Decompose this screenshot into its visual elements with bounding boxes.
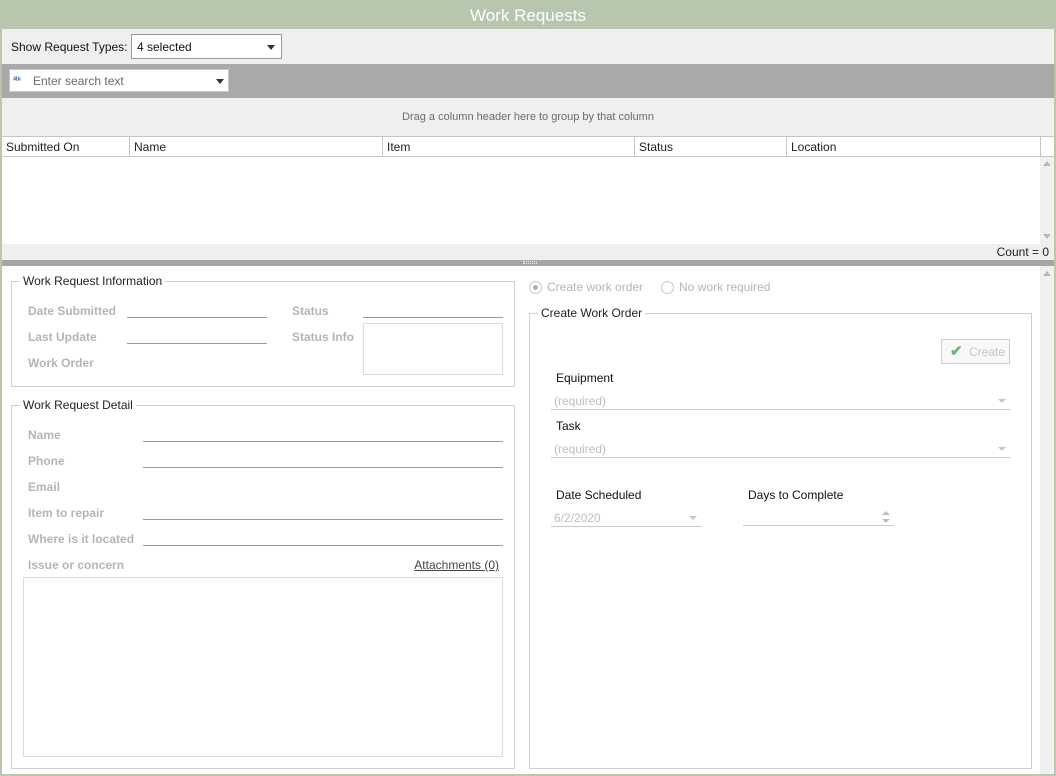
column-item[interactable]: Item bbox=[383, 137, 635, 157]
column-status[interactable]: Status bbox=[635, 137, 787, 157]
spin-up-icon[interactable] bbox=[882, 511, 890, 515]
create-button-label: Create bbox=[969, 345, 1006, 359]
scroll-down-icon[interactable] bbox=[1043, 234, 1051, 239]
equipment-dropdown[interactable]: (required) bbox=[551, 392, 1010, 410]
details-scrollbar[interactable] bbox=[1040, 266, 1054, 774]
grid-header: Submitted On Name Item Status Location bbox=[2, 136, 1054, 157]
last-update-field bbox=[127, 343, 267, 344]
chevron-down-icon[interactable] bbox=[216, 79, 224, 84]
task-dropdown[interactable]: (required) bbox=[551, 440, 1010, 458]
attachments-link[interactable]: Attachments (0) bbox=[414, 558, 499, 572]
column-location[interactable]: Location bbox=[787, 137, 1041, 157]
equipment-label: Equipment bbox=[556, 371, 614, 385]
date-submitted-label: Date Submitted bbox=[28, 304, 117, 318]
issue-textarea[interactable] bbox=[23, 577, 503, 757]
request-types-dropdown[interactable]: 4 selected bbox=[131, 34, 282, 59]
radio-empty-icon bbox=[661, 280, 674, 294]
issue-label: Issue or concern bbox=[28, 558, 125, 572]
checkmark-icon: ✔ bbox=[950, 343, 963, 360]
name-label: Name bbox=[28, 428, 61, 442]
task-label: Task bbox=[556, 419, 581, 433]
item-to-repair-label: Item to repair bbox=[28, 506, 105, 520]
date-scheduled-label: Date Scheduled bbox=[556, 488, 642, 502]
status-info-label: Status Info bbox=[292, 330, 354, 344]
group-title: Create Work Order bbox=[541, 306, 643, 320]
search-input[interactable] bbox=[33, 73, 213, 89]
search-box[interactable]: ᴬᴮᶜ bbox=[9, 69, 229, 92]
no-work-required-radio[interactable]: No work required bbox=[661, 280, 770, 294]
phone-field[interactable] bbox=[143, 467, 503, 468]
grid-scrollbar[interactable] bbox=[1040, 157, 1054, 244]
work-order-label: Work Order bbox=[28, 356, 94, 370]
search-bar: ᴬᴮᶜ bbox=[2, 64, 1054, 98]
column-name[interactable]: Name bbox=[130, 137, 383, 157]
column-submitted-on[interactable]: Submitted On bbox=[2, 137, 130, 157]
date-submitted-field bbox=[127, 317, 267, 318]
email-label: Email bbox=[28, 480, 61, 494]
scroll-up-icon[interactable] bbox=[1043, 161, 1051, 166]
name-field[interactable] bbox=[143, 441, 503, 442]
phone-label: Phone bbox=[28, 454, 65, 468]
grid-footer: Count = 0 bbox=[2, 244, 1054, 260]
create-button[interactable]: ✔ Create bbox=[941, 339, 1010, 364]
radio-selected-icon bbox=[529, 280, 542, 294]
days-to-complete-label: Days to Complete bbox=[748, 488, 844, 502]
chevron-down-icon bbox=[267, 45, 275, 50]
status-info-field bbox=[363, 323, 503, 375]
window-title: Work Requests bbox=[2, 2, 1054, 29]
work-requests-window: Work Requests Show Request Types: 4 sele… bbox=[0, 0, 1056, 776]
splitter-grip-icon[interactable] bbox=[523, 261, 537, 264]
status-label: Status bbox=[292, 304, 329, 318]
last-update-label: Last Update bbox=[28, 330, 97, 344]
scroll-up-icon[interactable] bbox=[1043, 271, 1051, 276]
create-work-order-label: Create work order bbox=[547, 280, 644, 294]
group-title: Work Request Information bbox=[23, 274, 163, 288]
task-placeholder: (required) bbox=[554, 442, 607, 456]
filter-bar: Show Request Types: 4 selected bbox=[2, 29, 1054, 64]
request-types-value: 4 selected bbox=[137, 40, 192, 54]
equipment-placeholder: (required) bbox=[554, 394, 607, 408]
chevron-down-icon bbox=[998, 399, 1006, 403]
date-scheduled-picker[interactable]: 6/2/2020 bbox=[551, 509, 702, 527]
grid-body[interactable] bbox=[2, 157, 1054, 244]
group-title: Work Request Detail bbox=[23, 398, 133, 412]
days-to-complete-stepper[interactable] bbox=[743, 508, 894, 526]
row-count: Count = 0 bbox=[996, 245, 1049, 259]
status-field bbox=[363, 317, 503, 318]
spin-down-icon[interactable] bbox=[882, 519, 890, 523]
date-scheduled-value: 6/2/2020 bbox=[554, 511, 601, 525]
item-to-repair-field[interactable] bbox=[143, 519, 503, 520]
chevron-down-icon bbox=[689, 516, 697, 520]
create-work-order-radio[interactable]: Create work order bbox=[529, 280, 643, 294]
abc-search-icon: ᴬᴮᶜ bbox=[13, 77, 21, 84]
location-field[interactable] bbox=[143, 545, 503, 546]
group-by-panel[interactable]: Drag a column header here to group by th… bbox=[2, 98, 1054, 136]
location-label: Where is it located bbox=[28, 532, 135, 546]
request-types-label: Show Request Types: bbox=[11, 40, 128, 54]
chevron-down-icon bbox=[998, 447, 1006, 451]
no-work-required-label: No work required bbox=[679, 280, 771, 294]
